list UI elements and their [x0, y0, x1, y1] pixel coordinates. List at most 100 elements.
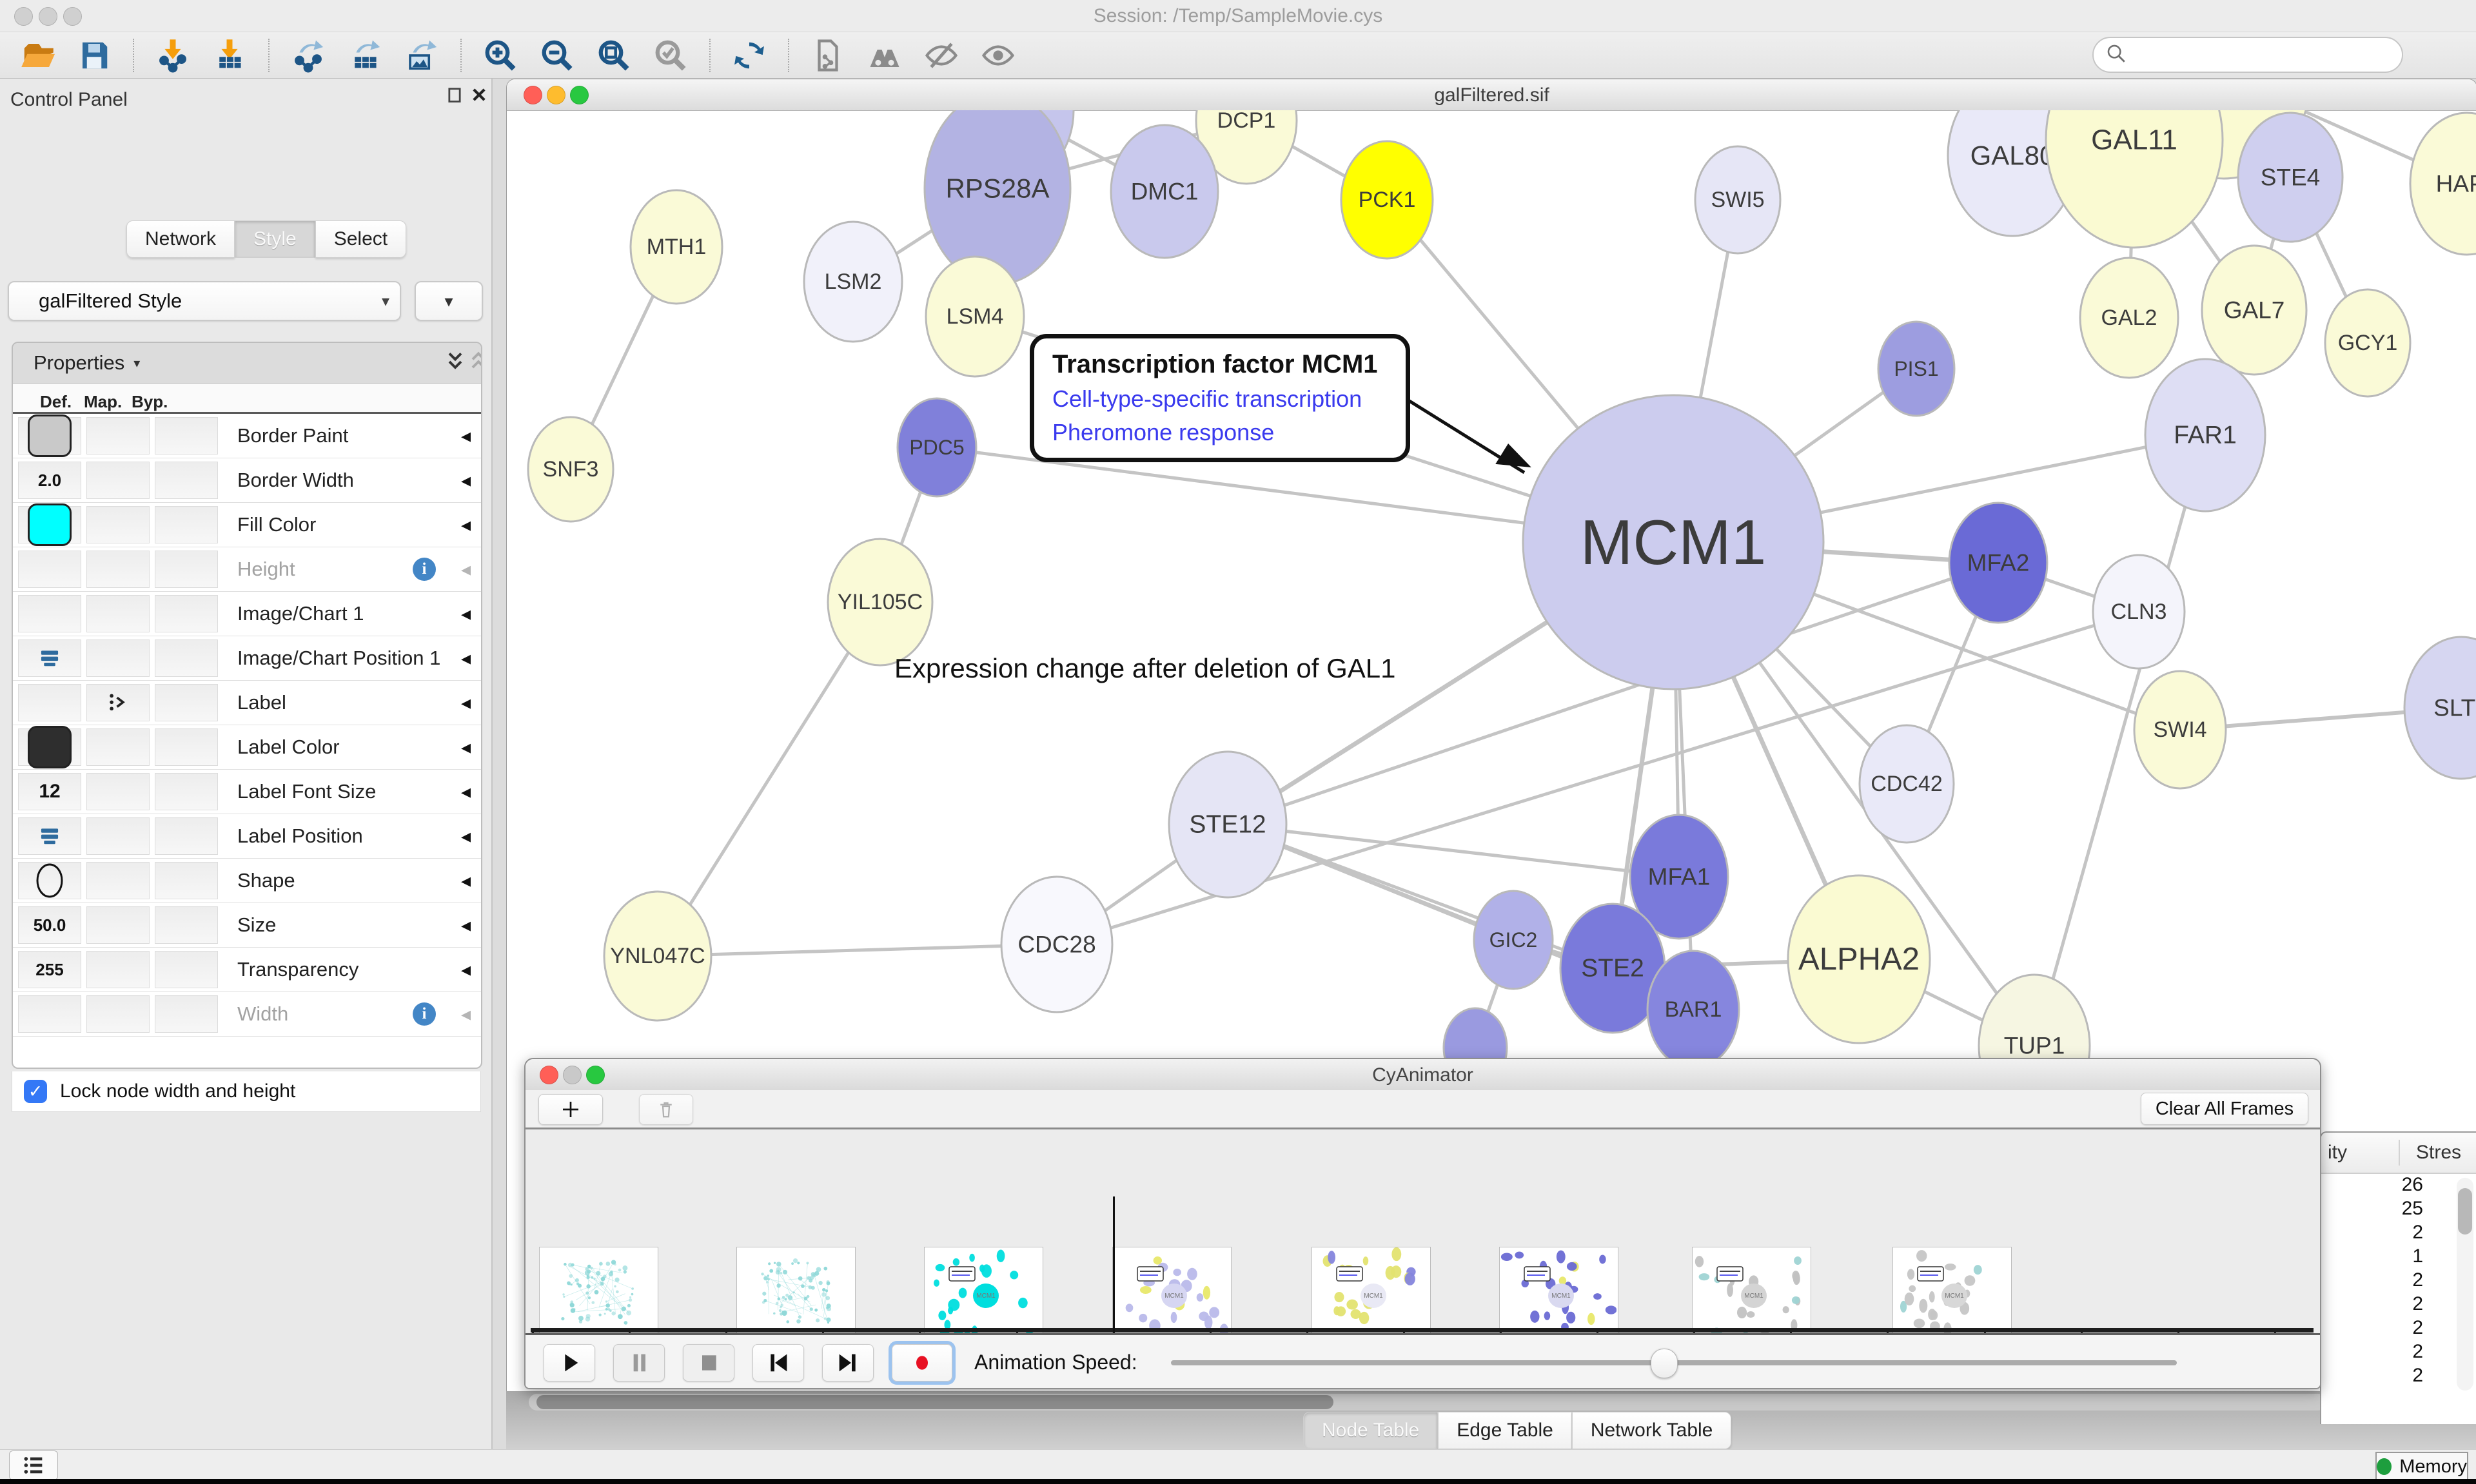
export-network-icon[interactable]	[290, 37, 327, 74]
delete-frame-button[interactable]	[639, 1094, 693, 1125]
property-row-image-chart-1[interactable]: Image/Chart 1◂	[13, 592, 481, 636]
tab-select[interactable]: Select	[315, 220, 406, 258]
network-file-icon[interactable]	[809, 37, 847, 74]
bypass-cell[interactable]	[155, 862, 218, 899]
expand-row-icon[interactable]: ◂	[461, 603, 471, 625]
table-tab-edge-table[interactable]: Edge Table	[1438, 1412, 1572, 1449]
zoom-selected-icon[interactable]	[652, 37, 689, 74]
style-options-button[interactable]: ▾	[415, 281, 483, 321]
default-value-cell[interactable]	[18, 417, 81, 454]
expand-row-icon[interactable]: ◂	[461, 870, 471, 892]
skip-end-button[interactable]	[822, 1344, 874, 1381]
bypass-cell[interactable]	[155, 773, 218, 810]
mapping-cell[interactable]	[86, 906, 150, 944]
show-graphics-icon[interactable]	[979, 37, 1017, 74]
annotation-link[interactable]: Pheromone response	[1052, 419, 1388, 446]
tab-style[interactable]: Style	[235, 220, 315, 258]
expand-row-icon[interactable]: ◂	[461, 558, 471, 581]
mapping-cell[interactable]	[86, 951, 150, 988]
default-value-cell[interactable]	[18, 995, 81, 1033]
mapping-cell[interactable]	[86, 417, 150, 454]
collapse-all-icon[interactable]	[467, 350, 482, 376]
refresh-icon[interactable]	[731, 37, 768, 74]
search-box[interactable]	[2092, 37, 2403, 73]
table-row[interactable]: 26	[2321, 1174, 2476, 1198]
bypass-cell[interactable]	[155, 906, 218, 944]
table-row[interactable]: 2	[2321, 1293, 2476, 1317]
expand-row-icon[interactable]: ◂	[461, 647, 471, 670]
property-row-fill-color[interactable]: Fill Color◂	[13, 503, 481, 547]
expand-row-icon[interactable]: ◂	[461, 781, 471, 803]
record-button[interactable]	[892, 1344, 952, 1381]
pause-button[interactable]	[613, 1344, 665, 1381]
mapping-cell[interactable]	[86, 595, 150, 632]
bypass-cell[interactable]	[155, 639, 218, 677]
clear-all-frames-button[interactable]: Clear All Frames	[2141, 1093, 2308, 1125]
bypass-cell[interactable]	[155, 951, 218, 988]
default-value-cell[interactable]	[18, 684, 81, 721]
property-row-transparency[interactable]: 255Transparency◂	[13, 948, 481, 992]
table-column-header[interactable]: ity	[2321, 1140, 2400, 1166]
default-value-cell[interactable]	[18, 639, 81, 677]
mapping-cell[interactable]	[86, 551, 150, 588]
bypass-cell[interactable]	[155, 817, 218, 855]
property-row-height[interactable]: Heighti◂	[13, 547, 481, 592]
expand-row-icon[interactable]: ◂	[461, 959, 471, 981]
property-row-label[interactable]: Label◂	[13, 681, 481, 725]
expand-row-icon[interactable]: ◂	[461, 914, 471, 937]
expand-row-icon[interactable]: ◂	[461, 425, 471, 447]
property-row-border-paint[interactable]: Border Paint◂	[13, 414, 481, 458]
expand-row-icon[interactable]: ◂	[461, 736, 471, 759]
timeline-playhead[interactable]	[1113, 1196, 1115, 1333]
table-row[interactable]: 2	[2321, 1341, 2476, 1365]
property-row-size[interactable]: 50.0Size◂	[13, 903, 481, 948]
property-row-label-font-size[interactable]: 12Label Font Size◂	[13, 770, 481, 814]
hide-graphics-icon[interactable]	[923, 37, 960, 74]
table-row[interactable]: 2	[2321, 1317, 2476, 1341]
zoom-out-icon[interactable]	[538, 37, 576, 74]
bypass-cell[interactable]	[155, 462, 218, 499]
mapping-cell[interactable]	[86, 506, 150, 543]
default-value-cell[interactable]: 255	[18, 951, 81, 988]
default-value-cell[interactable]: 50.0	[18, 906, 81, 944]
tab-network[interactable]: Network	[126, 220, 235, 258]
default-value-cell[interactable]	[18, 862, 81, 899]
property-row-label-color[interactable]: Label Color◂	[13, 725, 481, 770]
mapping-cell[interactable]	[86, 995, 150, 1033]
cyanimator-titlebar[interactable]: CyAnimator	[526, 1059, 2320, 1091]
zoom-fit-icon[interactable]	[595, 37, 633, 74]
network-window-titlebar[interactable]: galFiltered.sif	[507, 79, 2476, 111]
add-frame-button[interactable]	[538, 1094, 603, 1125]
property-row-width[interactable]: Widthi◂	[13, 992, 481, 1037]
import-table-icon[interactable]	[211, 37, 248, 74]
table-row[interactable]: 2	[2321, 1269, 2476, 1293]
search-network-icon[interactable]	[866, 37, 903, 74]
play-button[interactable]	[544, 1344, 595, 1381]
default-value-cell[interactable]: 2.0	[18, 462, 81, 499]
animation-speed-handle[interactable]	[1651, 1349, 1678, 1378]
default-value-cell[interactable]	[18, 551, 81, 588]
property-row-label-position[interactable]: Label Position◂	[13, 814, 481, 859]
table-row[interactable]: 1	[2321, 1245, 2476, 1269]
bypass-cell[interactable]	[155, 595, 218, 632]
current-style-select[interactable]: galFiltered Style ▾	[8, 281, 401, 321]
zoom-in-icon[interactable]	[482, 37, 519, 74]
open-file-icon[interactable]	[19, 37, 56, 74]
properties-header[interactable]: Properties ▾	[13, 343, 481, 384]
bypass-cell[interactable]	[155, 506, 218, 543]
expand-all-icon[interactable]	[444, 350, 467, 376]
table-tab-node-table[interactable]: Node Table	[1303, 1412, 1438, 1449]
info-icon[interactable]: i	[413, 558, 436, 581]
table-row[interactable]: 25	[2321, 1198, 2476, 1222]
bypass-cell[interactable]	[155, 551, 218, 588]
info-icon[interactable]: i	[413, 1002, 436, 1026]
expand-row-icon[interactable]: ◂	[461, 1003, 471, 1026]
bypass-cell[interactable]	[155, 684, 218, 721]
network-edge[interactable]	[658, 944, 1057, 956]
lock-size-checkbox[interactable]: ✓	[24, 1080, 47, 1103]
vertical-scrollbar-thumb[interactable]	[2458, 1188, 2472, 1235]
show-panels-button[interactable]	[9, 1450, 58, 1480]
skip-start-button[interactable]	[752, 1344, 804, 1381]
mapping-cell[interactable]	[86, 684, 150, 721]
timeline-area[interactable]: MCM1MCM1MCM1MCM1MCM1MCM1 0123456789 Seco…	[526, 1129, 2320, 1333]
